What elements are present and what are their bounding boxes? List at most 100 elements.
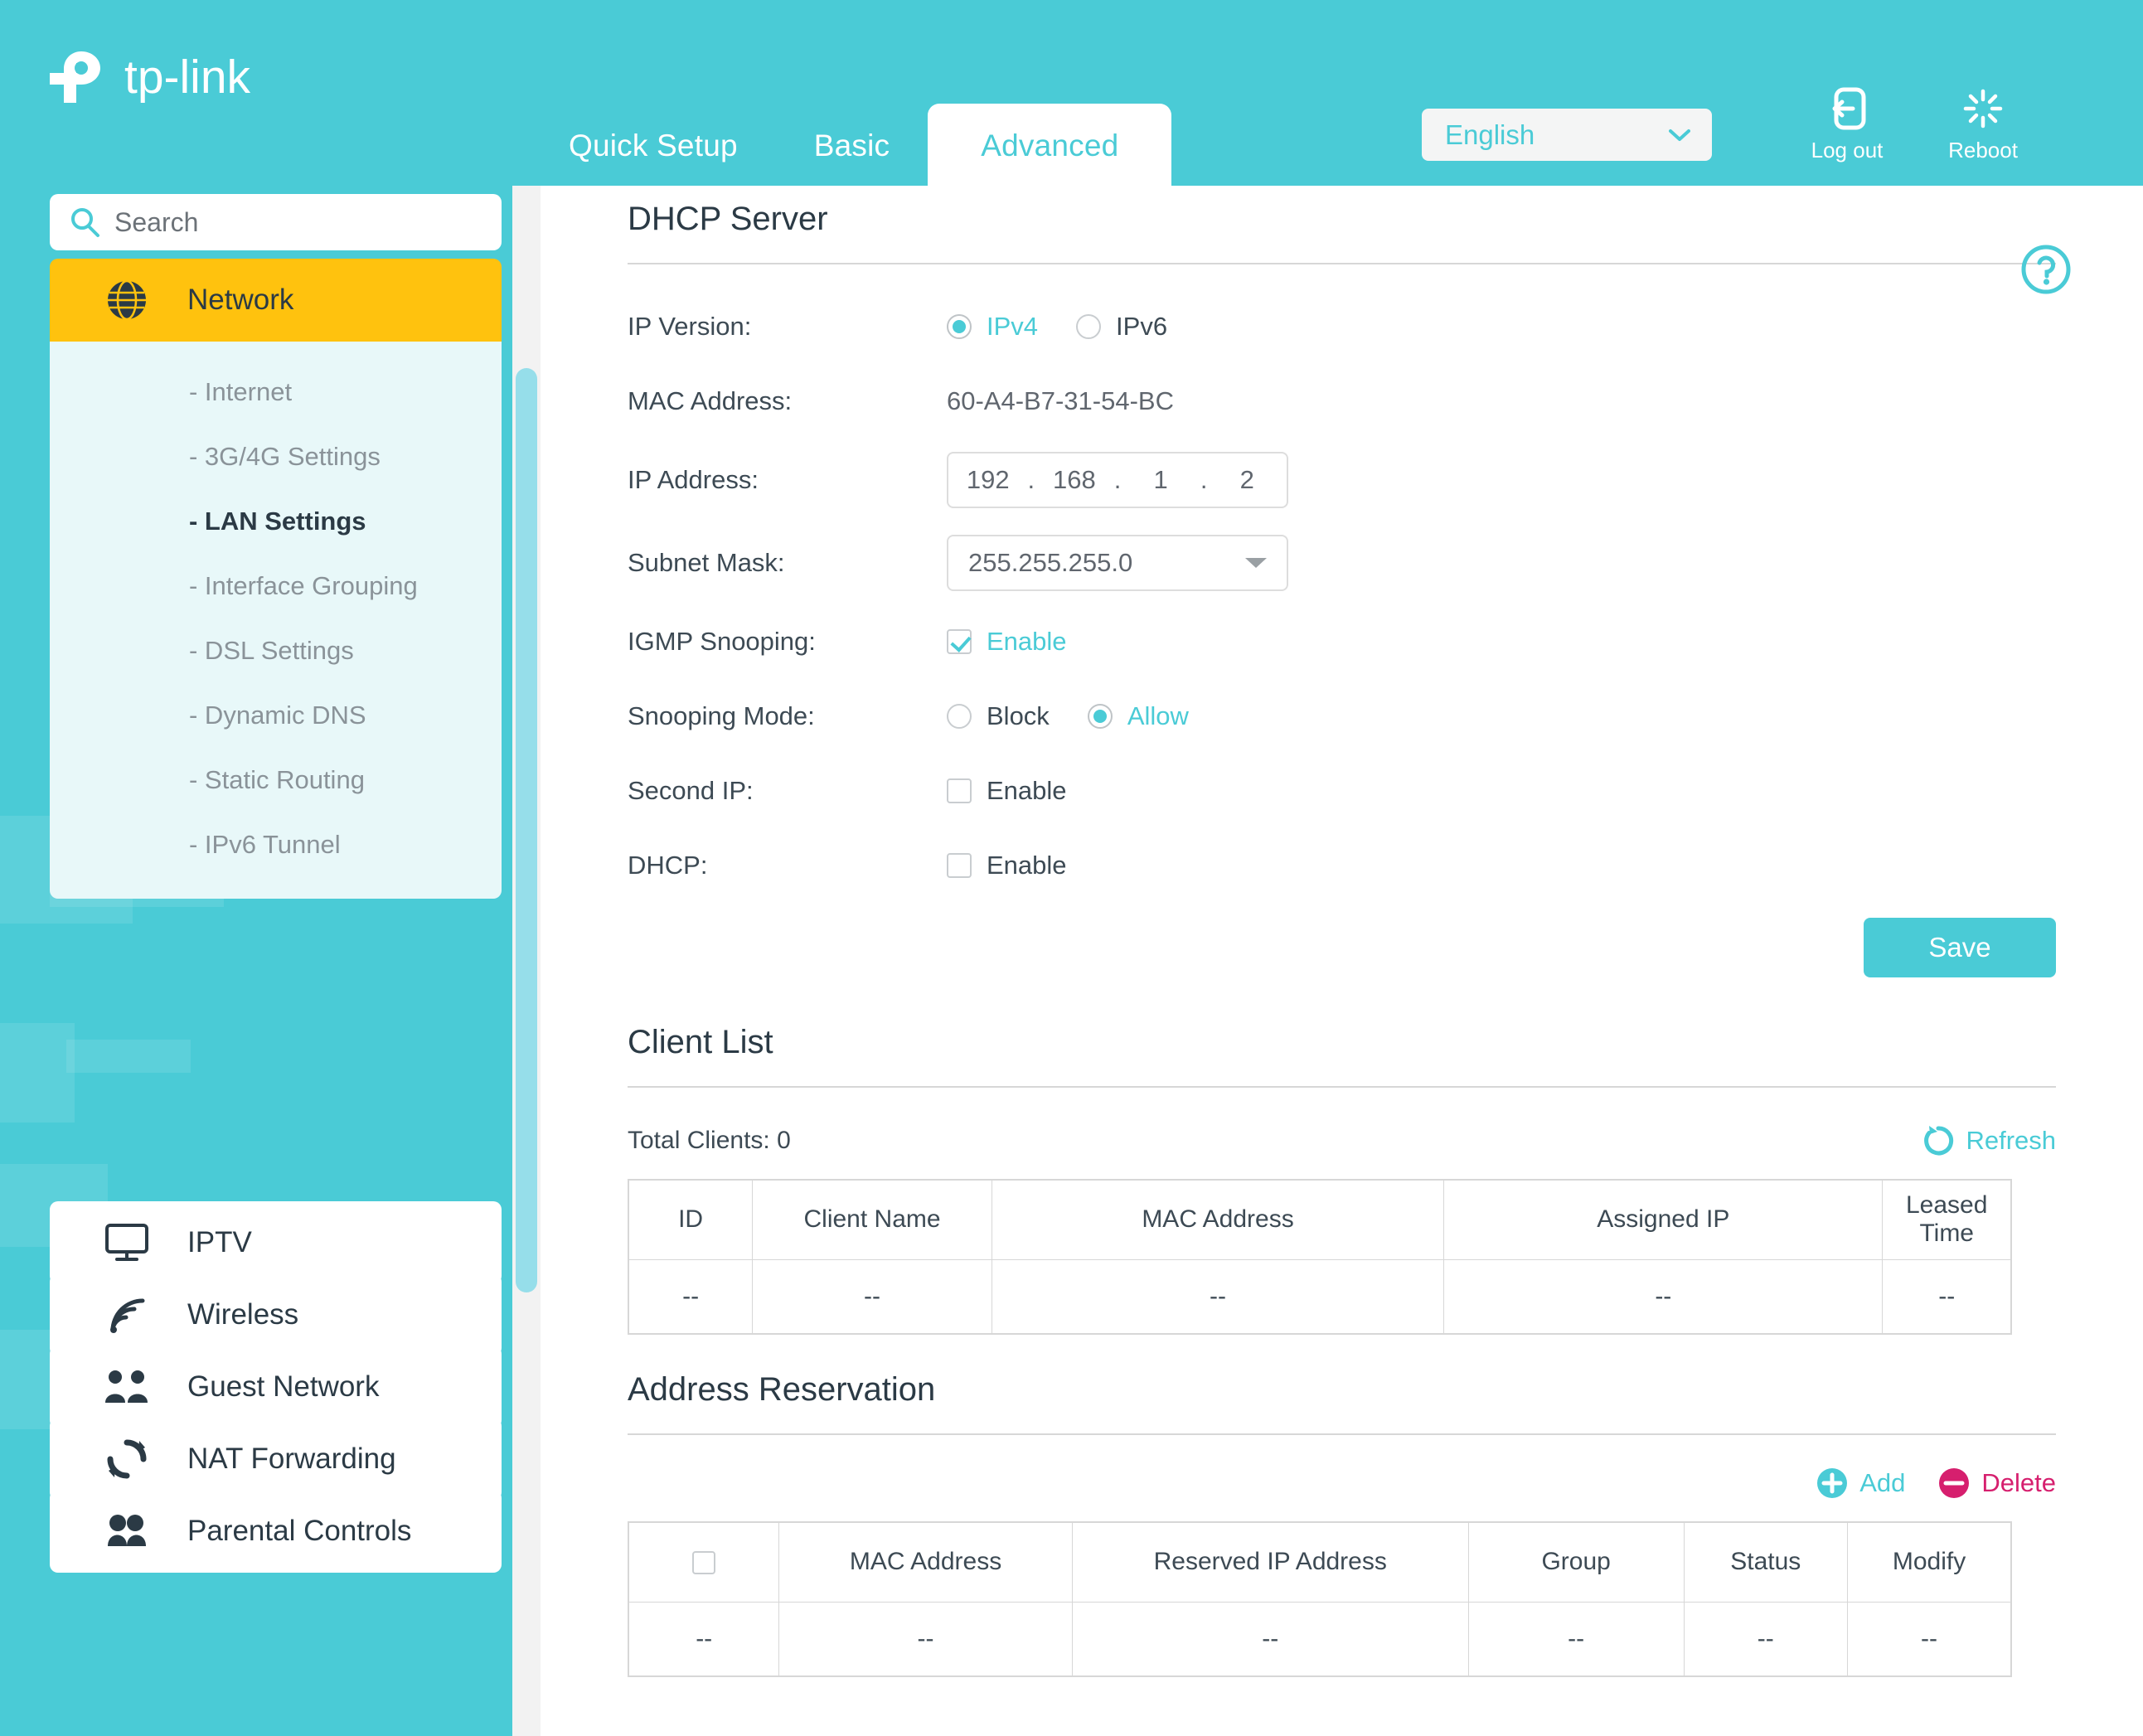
people-icon bbox=[101, 1368, 153, 1406]
sidebar-subitem-dsl-settings[interactable]: - DSL Settings bbox=[50, 618, 502, 683]
logout-label: Log out bbox=[1811, 138, 1884, 162]
select-all-checkbox[interactable] bbox=[692, 1551, 716, 1575]
radio-block[interactable]: Block bbox=[947, 701, 1050, 731]
address-reservation-toolbar: Add Delete bbox=[628, 1457, 2056, 1510]
second-ip-checkbox[interactable]: Enable bbox=[947, 776, 1067, 806]
table-row: -- -- -- -- -- bbox=[628, 1258, 2012, 1335]
search-input[interactable] bbox=[114, 206, 446, 238]
radio-ipv4-label: IPv4 bbox=[987, 312, 1039, 341]
svg-text:tp-link: tp-link bbox=[124, 51, 251, 104]
ip-octet-3[interactable]: 1 bbox=[1121, 465, 1200, 495]
radio-ipv6-label: IPv6 bbox=[1116, 312, 1168, 341]
sidebar-scrollbar-thumb[interactable] bbox=[516, 368, 537, 1292]
ip-version-label: IP Version: bbox=[628, 312, 752, 341]
sidebar-item-label: IPTV bbox=[187, 1226, 252, 1258]
main-nav-tabs: Quick Setup Basic Advanced bbox=[531, 104, 1172, 186]
globe-icon bbox=[101, 278, 153, 322]
language-selector[interactable]: English bbox=[1422, 109, 1712, 161]
sidebar-subitem-dynamic-dns[interactable]: - Dynamic DNS bbox=[50, 683, 502, 748]
save-button[interactable]: Save bbox=[1864, 918, 2056, 977]
ip-octet-1[interactable]: 192 bbox=[948, 465, 1028, 495]
row-mac-address: MAC Address: 60-A4-B7-31-54-BC bbox=[628, 364, 2143, 439]
radio-ipv4[interactable]: IPv4 bbox=[947, 312, 1038, 342]
cell-group: -- bbox=[1467, 1601, 1685, 1677]
refresh-label: Refresh bbox=[1966, 1126, 2056, 1155]
sidebar-watermark bbox=[66, 1040, 191, 1073]
sidebar-submenu-network: - Internet - 3G/4G Settings - LAN Settin… bbox=[50, 342, 502, 899]
client-list-toolbar: Total Clients: 0 Refresh bbox=[628, 1116, 2056, 1166]
sidebar-group-iptv: IPTV bbox=[50, 1201, 502, 1284]
sidebar-item-label: Network bbox=[187, 284, 294, 316]
sidebar-item-guest-network[interactable]: Guest Network bbox=[50, 1346, 502, 1428]
divider bbox=[628, 1086, 2056, 1088]
help-icon[interactable] bbox=[2020, 244, 2072, 295]
subnet-mask-value: 255.255.255.0 bbox=[968, 548, 1133, 577]
sidebar-group-nat-forwarding: NAT Forwarding bbox=[50, 1418, 502, 1501]
sidebar-item-label: Wireless bbox=[187, 1298, 299, 1331]
ip-octet-4[interactable]: 2 bbox=[1207, 465, 1287, 495]
column-header-status: Status bbox=[1683, 1521, 1849, 1603]
subnet-mask-select[interactable]: 255.255.255.0 bbox=[947, 535, 1288, 591]
sidebar-item-iptv[interactable]: IPTV bbox=[50, 1201, 502, 1284]
sidebar-scrollbar[interactable] bbox=[512, 186, 541, 1736]
reboot-label: Reboot bbox=[1948, 138, 2018, 162]
add-label: Add bbox=[1859, 1468, 1906, 1497]
delete-circle-icon bbox=[1939, 1468, 1970, 1498]
radio-circle-icon bbox=[1076, 314, 1102, 339]
sidebar-subitem-3g-4g-settings[interactable]: - 3G/4G Settings bbox=[50, 424, 502, 489]
wifi-icon bbox=[101, 1294, 153, 1336]
add-button[interactable]: Add bbox=[1816, 1467, 1905, 1499]
delete-button[interactable]: Delete bbox=[1938, 1467, 2056, 1499]
cell-mac-address: -- bbox=[778, 1601, 1073, 1677]
radio-allow-label: Allow bbox=[1127, 701, 1189, 730]
sidebar-subitem-ipv6-tunnel[interactable]: - IPv6 Tunnel bbox=[50, 812, 502, 877]
total-clients-label: Total Clients: 0 bbox=[628, 1127, 791, 1154]
cell-reserved-ip-address: -- bbox=[1071, 1601, 1469, 1677]
column-header-client-name: Client Name bbox=[752, 1179, 992, 1260]
refresh-icon bbox=[1924, 1126, 1954, 1156]
top-header-bar: tp-link Quick Setup Basic Advanced Engli… bbox=[0, 0, 2143, 186]
mac-address-label: MAC Address: bbox=[628, 386, 793, 415]
sidebar-subitem-lan-settings[interactable]: - LAN Settings bbox=[50, 489, 502, 554]
sidebar-item-network[interactable]: Network bbox=[50, 259, 502, 342]
chevron-down-icon bbox=[1669, 129, 1690, 141]
sidebar-item-nat-forwarding[interactable]: NAT Forwarding bbox=[50, 1418, 502, 1501]
radio-circle-icon bbox=[947, 704, 972, 729]
checkbox-icon bbox=[947, 629, 972, 654]
refresh-button[interactable]: Refresh bbox=[1922, 1125, 2056, 1157]
cell-modify: -- bbox=[1847, 1601, 2012, 1677]
ip-dot: . bbox=[1027, 465, 1035, 494]
logout-button[interactable]: Log out bbox=[1797, 86, 1897, 163]
igmp-snooping-checkbox[interactable]: Enable bbox=[947, 627, 1067, 657]
main-content: DHCP Server IP Version: IPv4 IPv6 MAC Ad… bbox=[541, 186, 2143, 1736]
second-ip-label: Second IP: bbox=[628, 776, 754, 805]
sidebar-item-label: Guest Network bbox=[187, 1370, 380, 1403]
logout-icon bbox=[1797, 86, 1897, 131]
address-reservation-title: Address Reservation bbox=[628, 1371, 936, 1408]
sidebar-subitem-interface-grouping[interactable]: - Interface Grouping bbox=[50, 554, 502, 618]
column-header-mac-address: MAC Address bbox=[778, 1521, 1073, 1603]
ip-octet-2[interactable]: 168 bbox=[1035, 465, 1114, 495]
language-value: English bbox=[1445, 119, 1535, 150]
sidebar-item-wireless[interactable]: Wireless bbox=[50, 1273, 502, 1356]
row-second-ip: Second IP: Enable bbox=[628, 754, 2143, 828]
tab-basic[interactable]: Basic bbox=[776, 104, 928, 186]
dhcp-checkbox[interactable]: Enable bbox=[947, 851, 1067, 880]
radio-circle-icon bbox=[1087, 704, 1113, 729]
row-igmp-snooping: IGMP Snooping: Enable bbox=[628, 604, 2143, 679]
tab-advanced[interactable]: Advanced bbox=[928, 104, 1172, 186]
radio-allow[interactable]: Allow bbox=[1087, 701, 1189, 731]
ip-address-input[interactable]: 192 . 168 . 1 . 2 bbox=[947, 452, 1288, 508]
sidebar-item-parental-controls[interactable]: Parental Controls bbox=[50, 1490, 502, 1573]
reboot-button[interactable]: Reboot bbox=[1933, 86, 2033, 163]
radio-ipv6[interactable]: IPv6 bbox=[1076, 312, 1167, 342]
sidebar-subitem-internet[interactable]: - Internet bbox=[50, 360, 502, 424]
sidebar-subitem-static-routing[interactable]: - Static Routing bbox=[50, 748, 502, 812]
table-row: -- -- -- -- -- -- bbox=[628, 1601, 2012, 1677]
caret-down-icon bbox=[1245, 558, 1267, 568]
dhcp-label: DHCP: bbox=[628, 851, 708, 880]
tab-quick-setup[interactable]: Quick Setup bbox=[531, 104, 776, 186]
search-box[interactable] bbox=[50, 194, 502, 250]
parental-icon bbox=[101, 1513, 153, 1549]
ip-dot: . bbox=[1113, 465, 1122, 494]
